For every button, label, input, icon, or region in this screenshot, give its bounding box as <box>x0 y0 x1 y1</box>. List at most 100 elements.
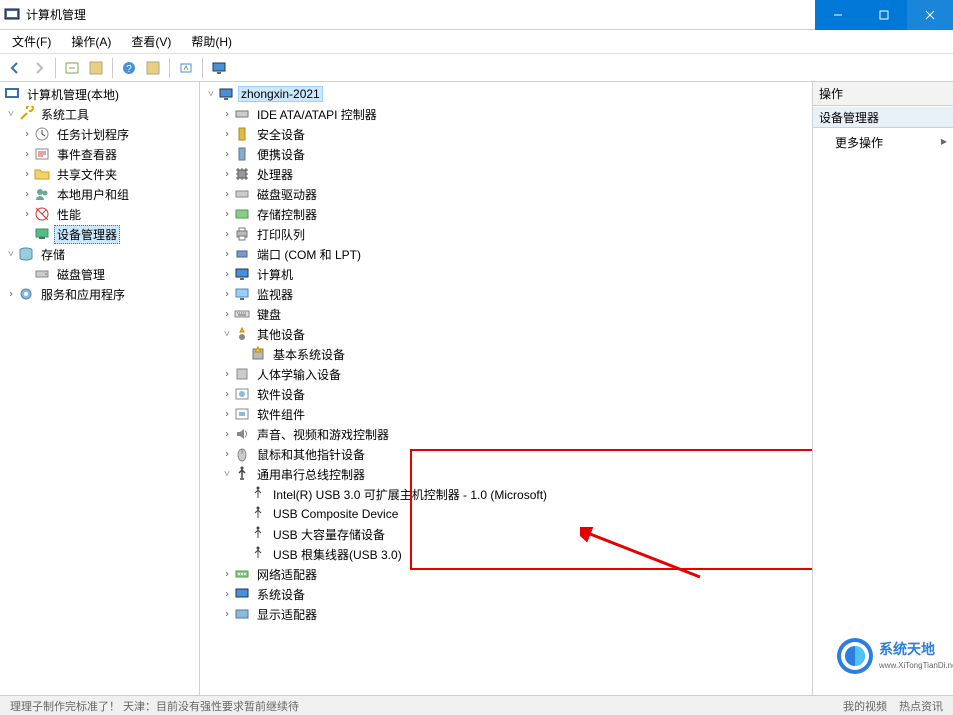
device-security[interactable]: ›安全设备 <box>200 124 812 144</box>
expander-icon[interactable]: › <box>220 569 234 580</box>
device-usb-intel[interactable]: ·Intel(R) USB 3.0 可扩展主机控制器 - 1.0 (Micros… <box>200 484 812 504</box>
device-keyboard[interactable]: ›键盘 <box>200 304 812 324</box>
back-button[interactable] <box>4 57 26 79</box>
minimize-button[interactable] <box>815 0 861 30</box>
more-actions-label: 更多操作 <box>835 136 883 150</box>
expander-icon[interactable]: › <box>220 609 234 620</box>
tree-label: Intel(R) USB 3.0 可扩展主机控制器 - 1.0 (Microso… <box>270 485 550 504</box>
device-print-queue[interactable]: ›打印队列 <box>200 224 812 244</box>
expander-icon[interactable]: › <box>220 309 234 320</box>
device-network[interactable]: ›网络适配器 <box>200 564 812 584</box>
tree-local-users[interactable]: › 本地用户和组 <box>0 184 199 204</box>
more-actions-link[interactable]: 更多操作 ▸ <box>813 128 953 157</box>
expander-icon[interactable]: › <box>220 249 234 260</box>
expander-icon[interactable]: › <box>220 189 234 200</box>
device-usb-mass-storage[interactable]: ·USB 大容量存储设备 <box>200 524 812 544</box>
expander-icon[interactable]: › <box>20 209 34 220</box>
menu-view[interactable]: 查看(V) <box>121 31 181 53</box>
tree-shared-folders[interactable]: › 共享文件夹 <box>0 164 199 184</box>
device-root[interactable]: ˅ zhongxin-2021 <box>200 84 812 104</box>
menu-file[interactable]: 文件(F) <box>2 31 61 53</box>
app-icon <box>4 7 20 23</box>
device-other[interactable]: ˅其他设备 <box>200 324 812 344</box>
refresh-button[interactable] <box>142 57 164 79</box>
device-software-dev[interactable]: ›软件设备 <box>200 384 812 404</box>
scan-button[interactable] <box>175 57 197 79</box>
expander-icon[interactable]: ˅ <box>220 329 234 340</box>
tree-event-viewer[interactable]: › 事件查看器 <box>0 144 199 164</box>
device-base-system[interactable]: ·基本系统设备 <box>200 344 812 364</box>
expander-icon[interactable]: › <box>20 129 34 140</box>
expander-icon[interactable]: › <box>220 169 234 180</box>
expander-icon[interactable]: › <box>220 229 234 240</box>
device-cpu[interactable]: ›处理器 <box>200 164 812 184</box>
content: 计算机管理(本地) ˅ 系统工具 › 任务计划程序 › 事件查看器 › 共享文件… <box>0 82 953 702</box>
device-disk-drives[interactable]: ›磁盘驱动器 <box>200 184 812 204</box>
menu-help[interactable]: 帮助(H) <box>181 31 242 53</box>
status-item[interactable]: 我的视频 <box>843 698 887 714</box>
tree-system-tools[interactable]: ˅ 系统工具 <box>0 104 199 124</box>
tree-storage[interactable]: ˅ 存储 <box>0 244 199 264</box>
mouse-icon <box>234 446 250 462</box>
computer-mgmt-icon <box>4 86 20 102</box>
status-item[interactable]: 热点资讯 <box>899 698 943 714</box>
expander-icon[interactable]: › <box>4 289 18 300</box>
computer-icon <box>218 86 234 102</box>
expander-icon[interactable]: › <box>20 169 34 180</box>
expander-icon[interactable]: › <box>220 289 234 300</box>
services-icon <box>18 286 34 302</box>
device-display[interactable]: ›显示适配器 <box>200 604 812 624</box>
device-mouse[interactable]: › 鼠标和其他指针设备 <box>200 444 812 464</box>
tree-disk-management[interactable]: · 磁盘管理 <box>0 264 199 284</box>
tree-label: 鼠标和其他指针设备 <box>254 445 368 464</box>
expander-icon[interactable]: › <box>20 189 34 200</box>
svg-text:?: ? <box>126 64 132 75</box>
device-portable[interactable]: ›便携设备 <box>200 144 812 164</box>
expander-icon[interactable]: › <box>220 429 234 440</box>
device-usb-composite[interactable]: ·USB Composite Device <box>200 504 812 524</box>
expander-icon[interactable]: ˅ <box>220 469 234 480</box>
expander-icon[interactable]: › <box>220 129 234 140</box>
device-usb-controllers[interactable]: ˅通用串行总线控制器 <box>200 464 812 484</box>
tree-label: 系统设备 <box>254 585 308 604</box>
maximize-button[interactable] <box>861 0 907 30</box>
device-ports[interactable]: ›端口 (COM 和 LPT) <box>200 244 812 264</box>
expander-icon[interactable]: ˅ <box>204 89 218 100</box>
tree-label: 软件组件 <box>254 405 308 424</box>
expander-icon[interactable]: › <box>220 449 234 460</box>
expander-icon[interactable]: ˅ <box>4 109 18 120</box>
menu-action[interactable]: 操作(A) <box>61 31 121 53</box>
expander-icon[interactable]: › <box>220 269 234 280</box>
expander-icon[interactable]: › <box>220 209 234 220</box>
tree-label: 监视器 <box>254 285 296 304</box>
forward-button[interactable] <box>28 57 50 79</box>
device-software-comp[interactable]: › 软件组件 <box>200 404 812 424</box>
expander-icon[interactable]: ˅ <box>4 249 18 260</box>
expander-icon[interactable]: › <box>20 149 34 160</box>
tree-root-computer-management[interactable]: 计算机管理(本地) <box>0 84 199 104</box>
device-system-devices[interactable]: › 系统设备 <box>200 584 812 604</box>
device-usb-root-hub[interactable]: ·USB 根集线器(USB 3.0) <box>200 544 812 564</box>
device-computer[interactable]: ›计算机 <box>200 264 812 284</box>
tree-services-apps[interactable]: › 服务和应用程序 <box>0 284 199 304</box>
help-button[interactable]: ? <box>118 57 140 79</box>
expander-icon[interactable]: › <box>220 389 234 400</box>
device-ide[interactable]: ›IDE ATA/ATAPI 控制器 <box>200 104 812 124</box>
expander-icon[interactable]: › <box>220 409 234 420</box>
close-button[interactable] <box>907 0 953 30</box>
tree-device-manager[interactable]: · 设备管理器 <box>0 224 199 244</box>
expander-icon[interactable]: › <box>220 109 234 120</box>
expander-icon[interactable]: › <box>220 369 234 380</box>
device-storage-ctrl[interactable]: ›存储控制器 <box>200 204 812 224</box>
expander-icon[interactable]: › <box>220 149 234 160</box>
disk-icon <box>34 266 50 282</box>
device-sound[interactable]: ›声音、视频和游戏控制器 <box>200 424 812 444</box>
expander-icon[interactable]: › <box>220 589 234 600</box>
device-hid[interactable]: ›人体学输入设备 <box>200 364 812 384</box>
tree-performance[interactable]: › 性能 <box>0 204 199 224</box>
monitor-button[interactable] <box>208 57 230 79</box>
up-button[interactable] <box>61 57 83 79</box>
properties-button[interactable] <box>85 57 107 79</box>
tree-task-scheduler[interactable]: › 任务计划程序 <box>0 124 199 144</box>
device-monitor[interactable]: › 监视器 <box>200 284 812 304</box>
